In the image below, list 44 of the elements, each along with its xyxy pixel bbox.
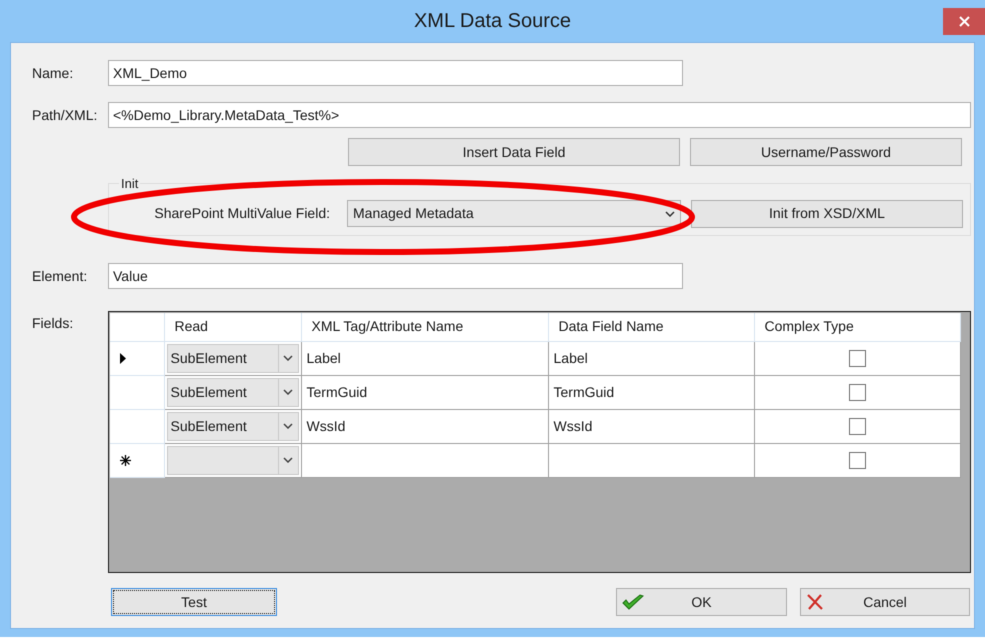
chevron-down-icon — [283, 389, 293, 395]
checkbox[interactable] — [848, 384, 866, 400]
checkbox[interactable] — [848, 418, 866, 434]
table-cell: TermGuid — [306, 384, 368, 400]
window-title: XML Data Source — [414, 9, 572, 34]
close-button[interactable] — [943, 8, 985, 35]
chevron-down-icon — [283, 355, 293, 361]
init-button[interactable]: Init from XSD/XML — [691, 200, 963, 228]
test-button[interactable]: Test — [111, 588, 277, 616]
table-cell: WssId — [554, 418, 592, 434]
field-label: SharePoint MultiValue Field: — [153, 204, 331, 223]
ok-button[interactable]: OK — [616, 588, 787, 616]
close-icon — [958, 16, 970, 27]
checkbox[interactable] — [848, 452, 866, 468]
multivalue-dropdown[interactable]: Managed Metadata — [347, 200, 681, 227]
cancel-button[interactable]: Cancel — [800, 588, 970, 616]
element-field[interactable]: Value — [108, 263, 683, 289]
table-cell: Label — [306, 350, 341, 366]
column-header[interactable]: Read — [174, 318, 208, 334]
table-cell: Label — [554, 350, 588, 366]
x-icon — [806, 593, 824, 611]
field-label: Fields: — [31, 314, 74, 333]
field-label: Path/XML: — [31, 106, 98, 124]
read-dropdown[interactable]: SubElement — [166, 412, 298, 440]
field-label: Name: — [31, 64, 74, 82]
table-cell: WssId — [306, 418, 346, 434]
field-label: Element: — [31, 266, 88, 286]
action-button[interactable]: Username/Password — [690, 138, 962, 166]
checkbox[interactable] — [848, 350, 866, 366]
column-header[interactable]: Data Field Name — [558, 318, 664, 334]
chevron-down-icon — [283, 457, 293, 463]
column-header[interactable]: Complex Type — [764, 318, 854, 334]
read-dropdown[interactable]: SubElement — [166, 378, 298, 406]
checkmark-icon — [622, 594, 644, 610]
row-header[interactable] — [110, 443, 164, 477]
table-cell: TermGuid — [554, 384, 614, 400]
new-row-icon — [120, 454, 131, 466]
read-dropdown[interactable]: SubElement — [166, 344, 298, 372]
column-header[interactable]: XML Tag/Attribute Name — [312, 318, 464, 334]
action-button[interactable]: Insert Data Field — [348, 138, 680, 166]
chevron-down-icon — [283, 423, 293, 429]
path-field[interactable]: <%Demo_Library.MetaData_Test%> — [108, 102, 971, 128]
chevron-down-icon — [665, 210, 675, 216]
name-field[interactable]: XML_Demo — [108, 60, 683, 86]
